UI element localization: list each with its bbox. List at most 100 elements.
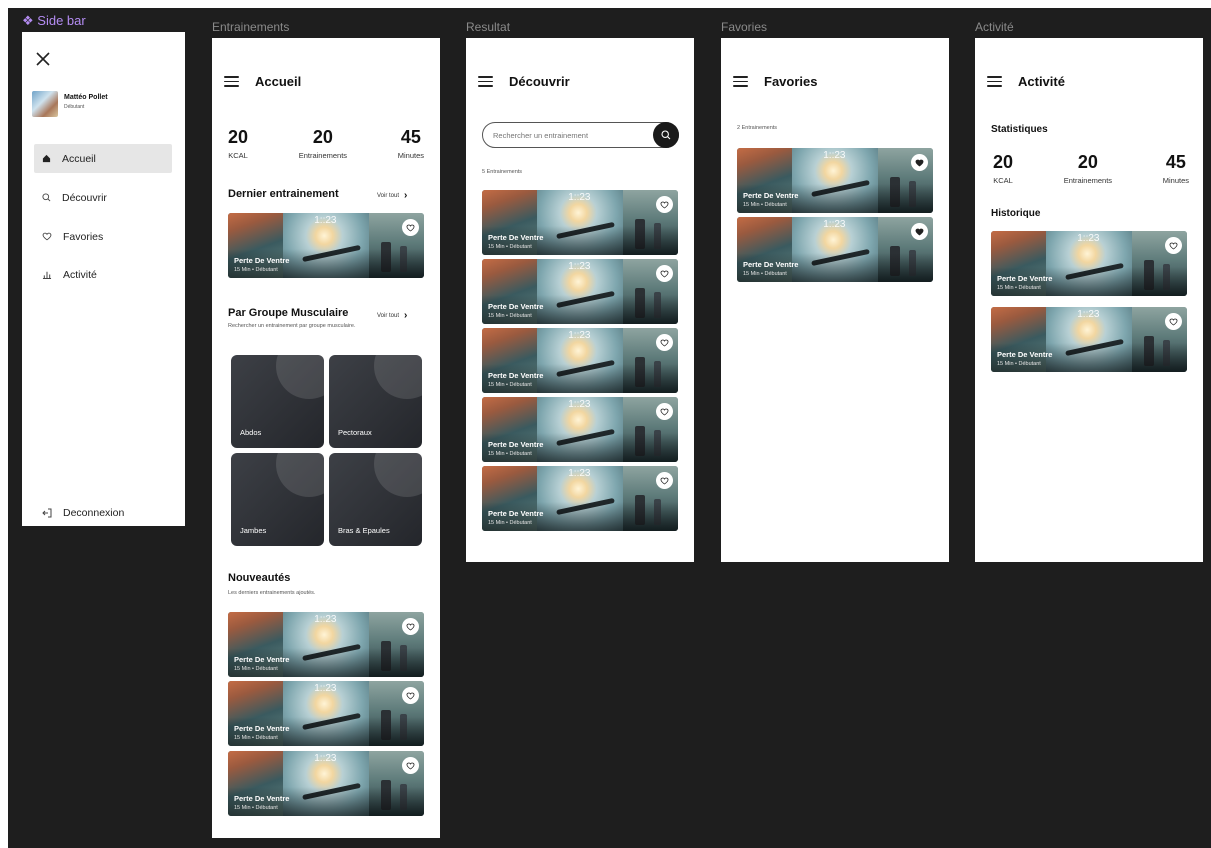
favorite-button[interactable]: [911, 154, 928, 171]
menu-icon[interactable]: [987, 76, 1002, 87]
stat-value: 20: [1077, 152, 1098, 172]
menu-icon[interactable]: [224, 76, 239, 87]
stat-label: Entrainements: [1063, 176, 1113, 185]
card-title: Perte De Ventre: [234, 724, 290, 733]
card-title: Perte De Ventre: [997, 350, 1053, 359]
workout-card[interactable]: 1::23 Perte De Ventre 15 Min • Débutant: [482, 466, 678, 531]
card-title: Perte De Ventre: [488, 302, 544, 311]
heart-icon: [660, 408, 669, 415]
card-meta: 15 Min • Débutant: [234, 805, 278, 811]
heart-icon: [1169, 242, 1178, 249]
close-icon[interactable]: [36, 52, 50, 71]
stat-minutes: 45 Minutes: [1163, 151, 1189, 185]
card-meta: 15 Min • Débutant: [488, 244, 532, 250]
stat-value: 45: [1165, 152, 1186, 172]
muscle-group-jambes[interactable]: Jambes: [231, 453, 324, 546]
favorite-button[interactable]: [656, 265, 673, 282]
sidebar-item-accueil[interactable]: Accueil: [34, 144, 172, 173]
sidebar-frame: Mattéo Pollet Débutant Accueil Découvrir…: [22, 32, 185, 526]
frame-label-sidebar: ❖ Side bar: [22, 13, 86, 29]
sidebar-item-label: Favories: [63, 230, 104, 243]
workout-card[interactable]: 1::23 Perte De Ventre 15 Min • Débutant: [482, 328, 678, 393]
favorite-button[interactable]: [402, 618, 419, 635]
favorite-button[interactable]: [1165, 237, 1182, 254]
favorite-button[interactable]: [402, 757, 419, 774]
card-time: 1::23: [314, 753, 337, 764]
workout-card[interactable]: 1::23Perte De Ventre15 Min • Débutant: [482, 190, 678, 255]
voir-tout-link[interactable]: Voir tout ›: [377, 190, 407, 201]
frame-label-decouvrir: Resultat: [466, 20, 511, 34]
workout-card[interactable]: 1::23 Perte De Ventre 15 Min • Débutant: [737, 148, 933, 213]
muscle-group-pectoraux[interactable]: Pectoraux: [329, 355, 422, 448]
favorite-button[interactable]: [656, 334, 673, 351]
stat-value: 45: [400, 127, 421, 147]
card-time: 1::23: [568, 261, 591, 272]
sidebar-item-activite[interactable]: Activité: [34, 260, 172, 289]
accueil-frame: Accueil 20 KCAL 20 Entrainements 45 Minutes…: [212, 38, 440, 838]
stats-row: 20 KCAL 20 Entrainements 45 Minutes: [993, 151, 1189, 185]
search-bar: [482, 122, 679, 148]
frame-label-favories: Favories: [721, 20, 768, 34]
workout-card[interactable]: 1::23Perte De Ventre15 Min • Débutant: [482, 259, 678, 324]
search-input[interactable]: [493, 129, 643, 141]
muscle-group-bras-epaules[interactable]: Bras & Epaules: [329, 453, 422, 546]
card-title: Perte De Ventre: [488, 233, 544, 242]
sidebar-item-label: Activité: [63, 268, 97, 281]
card-time: 1::23: [568, 192, 591, 203]
home-icon: [42, 154, 51, 163]
logout-button[interactable]: Deconnexion: [34, 498, 172, 526]
favorite-button[interactable]: [1165, 313, 1182, 330]
heart-icon: [660, 339, 669, 346]
workout-card[interactable]: 1::23 Perte De Ventre 15 Min • Débutant: [991, 307, 1187, 372]
favorite-button[interactable]: [911, 223, 928, 240]
search-icon: [661, 130, 671, 140]
menu-icon[interactable]: [478, 76, 493, 87]
workout-card[interactable]: 1::23 Perte De Ventre 15 Min • Débutant: [228, 751, 424, 816]
menu-icon[interactable]: [733, 76, 748, 87]
heart-icon: [660, 201, 669, 208]
favorite-button[interactable]: [656, 196, 673, 213]
sidebar-item-label: Accueil: [62, 152, 96, 165]
workout-card[interactable]: 1::23 Perte De Ventre 15 Min • Débutant: [228, 612, 424, 677]
decorative-circle: [276, 453, 324, 497]
workout-card[interactable]: 1::23 Perte De Ventre 15 Min • Débutant: [482, 397, 678, 462]
heart-icon: [406, 692, 415, 699]
muscle-group-label: Jambes: [240, 526, 267, 535]
heart-icon: [915, 159, 924, 166]
stat-label: Minutes: [1162, 176, 1189, 185]
stat-entrainements: 20 Entrainements: [299, 126, 347, 160]
workout-card[interactable]: 1::23 Perte De Ventre 15 Min • Débutant: [228, 681, 424, 746]
section-title-stats: Statistiques: [991, 124, 1048, 135]
heart-icon: [1169, 318, 1178, 325]
bar-chart-icon: [42, 271, 52, 279]
design-canvas: ❖ Side bar Entrainements Resultat Favori…: [8, 8, 1211, 848]
stat-kcal: 20 KCAL: [228, 126, 248, 160]
workout-card[interactable]: 1::23 Perte De Ventre 15 Min • Débutant: [991, 231, 1187, 296]
favorite-button[interactable]: [402, 687, 419, 704]
favorite-button[interactable]: [656, 403, 673, 420]
header: Activité: [987, 74, 1065, 89]
section-title-muscle: Par Groupe Musculaire: [228, 307, 349, 319]
heart-icon: [406, 623, 415, 630]
chevron-right-icon: ›: [404, 310, 408, 321]
voir-tout-link[interactable]: Voir tout ›: [377, 310, 407, 321]
section-title-new: Nouveautés: [228, 572, 291, 584]
sidebar-item-decouvrir[interactable]: Découvrir: [34, 183, 172, 212]
card-meta: 15 Min • Débutant: [488, 382, 532, 388]
card-meta: 15 Min • Débutant: [488, 313, 532, 319]
workout-card[interactable]: 1::23 Perte De Ventre 15 Min • Débutant: [737, 217, 933, 282]
frame-label-sidebar-text: Side bar: [37, 13, 86, 28]
stat-label: KCAL: [228, 151, 248, 160]
stat-value: 20: [228, 127, 249, 147]
stat-value: 20: [312, 127, 333, 147]
muscle-group-abdos[interactable]: Abdos: [231, 355, 324, 448]
sidebar-item-favories[interactable]: Favories: [34, 222, 172, 251]
card-meta: 15 Min • Débutant: [997, 285, 1041, 291]
search-button[interactable]: [653, 122, 679, 148]
card-meta: 15 Min • Débutant: [234, 666, 278, 672]
favorite-button[interactable]: [656, 472, 673, 489]
favorite-button[interactable]: [402, 219, 419, 236]
card-time: 1::23: [1077, 309, 1100, 320]
workout-card[interactable]: 1::23 Perte De Ventre 15 Min • Débutant: [228, 213, 424, 278]
card-meta: 15 Min • Débutant: [488, 451, 532, 457]
